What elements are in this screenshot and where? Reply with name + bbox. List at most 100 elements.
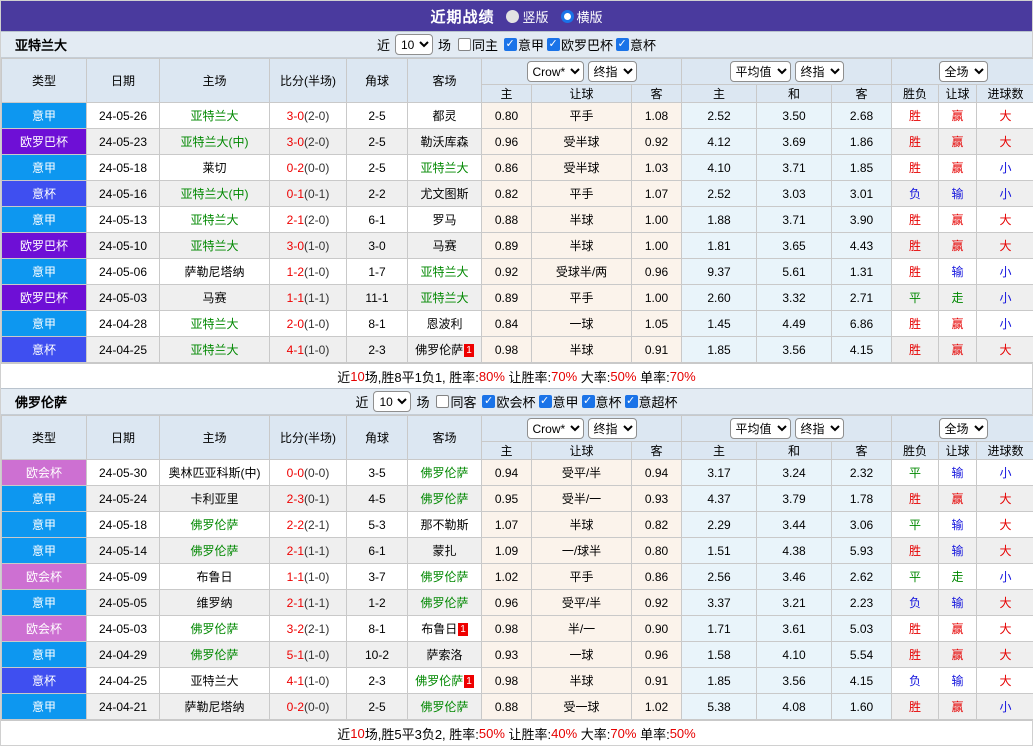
euro-odds-cell: 3.37 bbox=[682, 590, 757, 616]
layout-radio-horizontal[interactable]: 横版 bbox=[561, 7, 603, 26]
home-team[interactable]: 奥林匹亚科斯(中) bbox=[160, 460, 270, 486]
corner-cell: 6-1 bbox=[347, 207, 408, 233]
euro-odds-cell: 2.71 bbox=[832, 285, 892, 311]
final-odds-select-2[interactable]: 终指 bbox=[795, 418, 844, 439]
home-team[interactable]: 亚特兰大(中) bbox=[160, 129, 270, 155]
euro-odds-cell: 4.08 bbox=[757, 694, 832, 720]
asian-odds-cell: 0.86 bbox=[482, 155, 532, 181]
score-cell: 3-0(2-0) bbox=[270, 103, 347, 129]
home-team[interactable]: 亚特兰大 bbox=[160, 668, 270, 694]
home-team[interactable]: 佛罗伦萨 bbox=[160, 512, 270, 538]
result-handicap-cell: 赢 bbox=[939, 642, 977, 668]
col-away: 客场 bbox=[408, 59, 482, 103]
home-team[interactable]: 佛罗伦萨 bbox=[160, 538, 270, 564]
league-filter-checkbox[interactable]: 意杯 bbox=[582, 392, 622, 411]
home-team[interactable]: 维罗纳 bbox=[160, 590, 270, 616]
euro-odds-cell: 2.32 bbox=[832, 460, 892, 486]
home-team[interactable]: 佛罗伦萨 bbox=[160, 616, 270, 642]
home-team[interactable]: 亚特兰大 bbox=[160, 233, 270, 259]
away-team[interactable]: 萨索洛 bbox=[408, 642, 482, 668]
away-team[interactable]: 布鲁日1 bbox=[408, 616, 482, 642]
away-team[interactable]: 恩波利 bbox=[408, 311, 482, 337]
score-cell: 1-2(1-0) bbox=[270, 259, 347, 285]
summary-text: 50% bbox=[610, 369, 636, 384]
full-time-score: 0-2 bbox=[287, 700, 304, 714]
col-euro-draw: 和 bbox=[757, 85, 832, 103]
same-venue-checkbox[interactable]: 同主 bbox=[458, 35, 498, 54]
match-count-select[interactable]: 10 bbox=[395, 34, 433, 55]
away-team[interactable]: 佛罗伦萨1 bbox=[408, 668, 482, 694]
same-venue-checkbox[interactable]: 同客 bbox=[436, 392, 476, 411]
asian-odds-cell: 受球半/两 bbox=[532, 259, 632, 285]
away-team[interactable]: 那不勒斯 bbox=[408, 512, 482, 538]
summary-text: 场,胜8平1负1, 胜率: bbox=[365, 367, 479, 386]
average-select[interactable]: 平均值 bbox=[730, 418, 791, 439]
layout-radio-vertical[interactable]: 竖版 bbox=[506, 7, 548, 26]
home-team[interactable]: 马赛 bbox=[160, 285, 270, 311]
away-team[interactable]: 勒沃库森 bbox=[408, 129, 482, 155]
scope-select[interactable]: 全场 bbox=[939, 418, 988, 439]
away-team[interactable]: 马赛 bbox=[408, 233, 482, 259]
league-badge: 意甲 bbox=[2, 259, 87, 285]
league-filter-checkbox[interactable]: 欧会杯 bbox=[482, 392, 535, 411]
corner-cell: 3-5 bbox=[347, 460, 408, 486]
scope-select[interactable]: 全场 bbox=[939, 61, 988, 82]
summary-text: 40% bbox=[551, 726, 577, 741]
league-filter-label: 意甲 bbox=[518, 35, 544, 54]
bookmaker-select[interactable]: Crow* bbox=[527, 418, 584, 439]
away-team[interactable]: 尤文图斯 bbox=[408, 181, 482, 207]
result-goals-cell: 大 bbox=[977, 538, 1033, 564]
checkbox-unchecked-icon bbox=[458, 38, 471, 51]
away-team[interactable]: 佛罗伦萨 bbox=[408, 486, 482, 512]
half-time-score: (1-0) bbox=[304, 317, 329, 331]
away-team[interactable]: 佛罗伦萨1 bbox=[408, 337, 482, 363]
home-team[interactable]: 亚特兰大 bbox=[160, 207, 270, 233]
league-filter-checkbox[interactable]: 意甲 bbox=[539, 392, 579, 411]
home-team[interactable]: 亚特兰大 bbox=[160, 311, 270, 337]
home-team[interactable]: 萨勒尼塔纳 bbox=[160, 694, 270, 720]
final-odds-select[interactable]: 终指 bbox=[588, 61, 637, 82]
asian-odds-cell: 1.00 bbox=[632, 233, 682, 259]
away-team[interactable]: 都灵 bbox=[408, 103, 482, 129]
home-team[interactable]: 亚特兰大 bbox=[160, 103, 270, 129]
away-team[interactable]: 亚特兰大 bbox=[408, 259, 482, 285]
summary-text: 近 bbox=[337, 367, 350, 386]
home-team[interactable]: 布鲁日 bbox=[160, 564, 270, 590]
home-team[interactable]: 佛罗伦萨 bbox=[160, 642, 270, 668]
asian-odds-cell: 1.00 bbox=[632, 207, 682, 233]
result-wdl-cell: 胜 bbox=[892, 642, 939, 668]
final-odds-select[interactable]: 终指 bbox=[588, 418, 637, 439]
average-select[interactable]: 平均值 bbox=[730, 61, 791, 82]
away-team[interactable]: 亚特兰大 bbox=[408, 155, 482, 181]
league-filter-checkbox[interactable]: 意甲 bbox=[504, 35, 544, 54]
euro-odds-cell: 3.65 bbox=[757, 233, 832, 259]
away-team[interactable]: 佛罗伦萨 bbox=[408, 590, 482, 616]
final-odds-select-2[interactable]: 终指 bbox=[795, 61, 844, 82]
checkbox-checked-icon bbox=[616, 38, 629, 51]
away-team[interactable]: 佛罗伦萨 bbox=[408, 564, 482, 590]
match-count-select[interactable]: 10 bbox=[373, 391, 411, 412]
home-team[interactable]: 莱切 bbox=[160, 155, 270, 181]
away-team[interactable]: 佛罗伦萨 bbox=[408, 460, 482, 486]
bookmaker-select[interactable]: Crow* bbox=[527, 61, 584, 82]
home-team[interactable]: 卡利亚里 bbox=[160, 486, 270, 512]
asian-odds-cell: 受平/半 bbox=[532, 460, 632, 486]
euro-odds-cell: 1.45 bbox=[682, 311, 757, 337]
league-filter-checkbox[interactable]: 欧罗巴杯 bbox=[547, 35, 613, 54]
asian-odds-cell: 半球 bbox=[532, 337, 632, 363]
home-team[interactable]: 萨勒尼塔纳 bbox=[160, 259, 270, 285]
away-team[interactable]: 亚特兰大 bbox=[408, 285, 482, 311]
league-filter-checkbox[interactable]: 意杯 bbox=[616, 35, 656, 54]
full-time-score: 2-1 bbox=[287, 596, 304, 610]
away-team[interactable]: 罗马 bbox=[408, 207, 482, 233]
half-time-score: (2-0) bbox=[304, 109, 329, 123]
asian-odds-cell: 1.05 bbox=[632, 311, 682, 337]
asian-odds-cell: 受半球 bbox=[532, 129, 632, 155]
league-filter-checkbox[interactable]: 意超杯 bbox=[625, 392, 678, 411]
full-time-score: 2-1 bbox=[287, 213, 304, 227]
result-wdl-cell: 平 bbox=[892, 564, 939, 590]
away-team[interactable]: 佛罗伦萨 bbox=[408, 694, 482, 720]
home-team[interactable]: 亚特兰大(中) bbox=[160, 181, 270, 207]
home-team[interactable]: 亚特兰大 bbox=[160, 337, 270, 363]
away-team[interactable]: 蒙扎 bbox=[408, 538, 482, 564]
